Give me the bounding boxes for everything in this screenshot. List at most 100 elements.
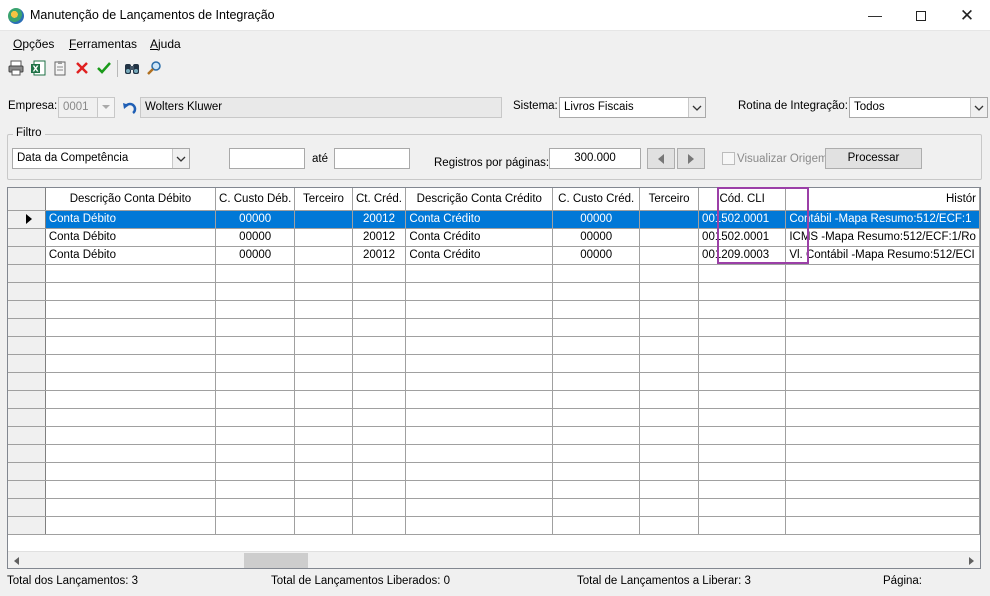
cell-ct-cred[interactable] [352, 462, 407, 481]
cell-custo-cred[interactable] [552, 372, 641, 391]
cell-custo-cred[interactable] [552, 516, 641, 535]
cell-custo-deb[interactable]: 00000 [215, 228, 296, 247]
cell-cod-cli[interactable] [698, 354, 787, 373]
cell-terceiro1[interactable] [294, 264, 353, 283]
cell-terceiro2[interactable] [639, 444, 700, 463]
cell-historico[interactable]: Contábil -Mapa Resumo:512/ECF:1 [785, 210, 980, 229]
filtro-campo-select[interactable]: Data da Competência [12, 148, 190, 169]
cell-custo-deb[interactable] [215, 300, 296, 319]
cell-cod-cli[interactable] [698, 318, 787, 337]
cell-desc-debito[interactable] [45, 300, 217, 319]
row-indicator[interactable] [8, 444, 46, 463]
cell-custo-deb[interactable] [215, 444, 296, 463]
cell-ct-cred[interactable] [352, 498, 407, 517]
cell-terceiro1[interactable] [294, 498, 353, 517]
column-header[interactable]: Terceiro [294, 188, 353, 211]
cell-custo-cred[interactable] [552, 300, 641, 319]
cell-terceiro2[interactable] [639, 408, 700, 427]
cell-custo-cred[interactable] [552, 318, 641, 337]
sistema-select[interactable]: Livros Fiscais [559, 97, 706, 118]
cell-desc-credito[interactable]: Conta Crédito [405, 228, 554, 247]
cell-custo-cred[interactable] [552, 282, 641, 301]
cell-desc-credito[interactable]: Conta Crédito [405, 210, 554, 229]
cell-custo-cred[interactable] [552, 498, 641, 517]
cell-terceiro1[interactable] [294, 228, 353, 247]
cell-terceiro2[interactable] [639, 480, 700, 499]
cell-terceiro2[interactable] [639, 426, 700, 445]
menu-ajuda[interactable]: Ajuda [150, 37, 181, 51]
table-row[interactable] [8, 426, 980, 445]
table-row[interactable] [8, 372, 980, 391]
cell-historico[interactable] [785, 282, 980, 301]
cell-desc-credito[interactable] [405, 264, 554, 283]
cell-cod-cli[interactable] [698, 516, 787, 535]
undo-arrow-icon[interactable] [119, 98, 139, 118]
cell-desc-credito[interactable] [405, 408, 554, 427]
column-header[interactable]: Descrição Conta Crédito [405, 188, 554, 211]
cell-custo-deb[interactable] [215, 408, 296, 427]
cell-custo-deb[interactable] [215, 516, 296, 535]
cell-desc-credito[interactable] [405, 444, 554, 463]
cell-desc-debito[interactable]: Conta Débito [45, 246, 217, 265]
cell-ct-cred[interactable] [352, 444, 407, 463]
cell-desc-debito[interactable] [45, 516, 217, 535]
cell-ct-cred[interactable] [352, 426, 407, 445]
scroll-right-icon[interactable] [963, 552, 980, 569]
cell-custo-cred[interactable]: 00000 [552, 210, 641, 229]
lancamentos-grid[interactable]: Descrição Conta Débito C. Custo Déb. Ter… [7, 187, 981, 569]
cell-ct-cred[interactable] [352, 318, 407, 337]
cell-historico[interactable] [785, 426, 980, 445]
table-row[interactable] [8, 408, 980, 427]
row-indicator[interactable] [8, 480, 46, 499]
cell-terceiro1[interactable] [294, 444, 353, 463]
cell-terceiro2[interactable] [639, 390, 700, 409]
processar-button[interactable]: Processar [825, 148, 922, 169]
close-button[interactable]: ✕ [944, 0, 990, 31]
row-indicator[interactable] [8, 228, 46, 247]
cell-terceiro2[interactable] [639, 282, 700, 301]
cell-desc-debito[interactable] [45, 282, 217, 301]
cell-custo-deb[interactable] [215, 480, 296, 499]
row-indicator[interactable] [8, 210, 46, 229]
confirm-icon[interactable] [95, 59, 113, 77]
cell-custo-deb[interactable] [215, 372, 296, 391]
column-header[interactable]: C. Custo Déb. [215, 188, 296, 211]
cell-desc-credito[interactable] [405, 462, 554, 481]
cell-historico[interactable] [785, 300, 980, 319]
cell-historico[interactable] [785, 318, 980, 337]
cell-desc-credito[interactable] [405, 300, 554, 319]
cell-terceiro1[interactable] [294, 246, 353, 265]
row-indicator[interactable] [8, 426, 46, 445]
cell-ct-cred[interactable] [352, 282, 407, 301]
cell-custo-deb[interactable] [215, 282, 296, 301]
excel-export-icon[interactable]: X [29, 59, 47, 77]
cell-ct-cred[interactable] [352, 516, 407, 535]
cell-terceiro1[interactable] [294, 354, 353, 373]
cell-terceiro2[interactable] [639, 498, 700, 517]
cell-terceiro2[interactable] [639, 354, 700, 373]
row-indicator[interactable] [8, 264, 46, 283]
cell-terceiro2[interactable] [639, 228, 700, 247]
cell-historico[interactable] [785, 354, 980, 373]
cell-desc-debito[interactable] [45, 480, 217, 499]
cell-desc-credito[interactable]: Conta Crédito [405, 246, 554, 265]
cell-desc-credito[interactable] [405, 480, 554, 499]
next-page-button[interactable] [677, 148, 705, 169]
cell-cod-cli[interactable] [698, 390, 787, 409]
cell-ct-cred[interactable] [352, 480, 407, 499]
cell-custo-deb[interactable] [215, 318, 296, 337]
filtro-ate-input[interactable] [334, 148, 410, 169]
row-indicator[interactable] [8, 318, 46, 337]
cell-custo-deb[interactable] [215, 336, 296, 355]
cell-custo-cred[interactable] [552, 426, 641, 445]
cell-custo-deb[interactable] [215, 498, 296, 517]
cell-desc-credito[interactable] [405, 282, 554, 301]
cell-ct-cred[interactable]: 20012 [352, 210, 407, 229]
visualizar-origem-checkbox[interactable] [722, 152, 735, 165]
cell-terceiro2[interactable] [639, 372, 700, 391]
cell-custo-cred[interactable] [552, 462, 641, 481]
row-indicator[interactable] [8, 390, 46, 409]
menu-ferramentas[interactable]: Ferramentas [69, 37, 137, 51]
cell-ct-cred[interactable] [352, 300, 407, 319]
cell-desc-credito[interactable] [405, 516, 554, 535]
